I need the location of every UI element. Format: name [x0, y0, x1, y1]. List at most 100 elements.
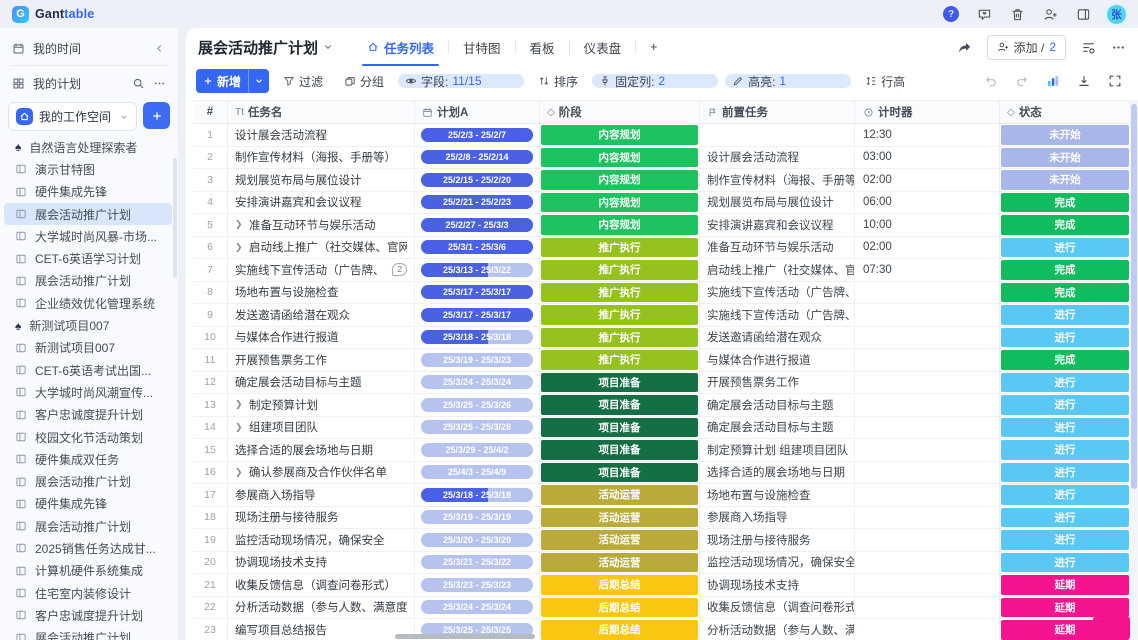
- task-name-cell[interactable]: 分析活动数据（参与人数、满意度等）: [228, 597, 415, 619]
- table-row[interactable]: 16❯确认参展商及合作伙伴名单25/4/3 - 25/4/9项目准备选择合适的展…: [193, 462, 1130, 485]
- timer-cell[interactable]: 02:00: [855, 237, 1000, 259]
- plan-cell[interactable]: 25/3/23 - 25/3/23: [415, 574, 540, 596]
- status-cell[interactable]: 未开始: [1000, 169, 1130, 191]
- plan-cell[interactable]: 25/3/18 - 25/3/18: [415, 327, 540, 349]
- status-cell[interactable]: 进行: [1000, 507, 1130, 529]
- plan-cell[interactable]: 25/3/20 - 25/3/20: [415, 529, 540, 551]
- col-header-plan[interactable]: 计划A: [415, 101, 540, 123]
- phase-cell[interactable]: 活动运营: [540, 529, 700, 551]
- predecessor-cell[interactable]: 确定展会活动目标与主题: [700, 394, 855, 416]
- sidebar-item-project[interactable]: CET-6英语考试出国...: [4, 359, 172, 381]
- status-cell[interactable]: 完成: [1000, 349, 1130, 371]
- plan-cell[interactable]: 25/2/3 - 25/2/7: [415, 124, 540, 146]
- table-row[interactable]: 11开展预售票务工作25/3/19 - 25/3/23推广执行与媒体合作进行报道…: [193, 349, 1130, 372]
- task-name-cell[interactable]: 监控活动现场情况，确保安全: [228, 529, 415, 551]
- download-icon[interactable]: [1077, 74, 1091, 88]
- expand-icon[interactable]: ❯: [235, 467, 245, 478]
- task-name-cell[interactable]: 发送邀请函给潜在观众: [228, 304, 415, 326]
- view-config-icon[interactable]: [1081, 40, 1096, 55]
- predecessor-cell[interactable]: 发送邀请函给潜在观众: [700, 327, 855, 349]
- table-row[interactable]: 21收集反馈信息（调查问卷形式）25/3/23 - 25/3/23后期总结协调现…: [193, 574, 1130, 597]
- status-cell[interactable]: 进行: [1000, 327, 1130, 349]
- plan-cell[interactable]: 25/3/24 - 25/3/24: [415, 372, 540, 394]
- status-cell[interactable]: 进行: [1000, 529, 1130, 551]
- task-name-cell[interactable]: 安排演讲嘉宾和会议议程: [228, 192, 415, 214]
- phase-cell[interactable]: 活动运营: [540, 552, 700, 574]
- timer-cell[interactable]: [855, 439, 1000, 461]
- table-row[interactable]: 14❯组建项目团队25/3/25 - 25/3/28项目准备确定展会活动目标与主…: [193, 417, 1130, 440]
- predecessor-cell[interactable]: 准备互动环节与娱乐活动: [700, 237, 855, 259]
- timer-cell[interactable]: [855, 349, 1000, 371]
- table-row[interactable]: 17参展商入场指导25/3/18 - 25/3/18活动运营场地布置与设施检查进…: [193, 484, 1130, 507]
- phase-cell[interactable]: 活动运营: [540, 507, 700, 529]
- new-task-dropdown[interactable]: [248, 69, 269, 93]
- timer-cell[interactable]: 03:00: [855, 147, 1000, 169]
- timer-cell[interactable]: [855, 484, 1000, 506]
- redo-icon[interactable]: [1015, 74, 1029, 88]
- timer-cell[interactable]: [855, 574, 1000, 596]
- plan-cell[interactable]: 25/2/8 - 25/2/14: [415, 147, 540, 169]
- predecessor-cell[interactable]: [700, 124, 855, 146]
- sidebar-item-project[interactable]: 新测试项目007: [4, 337, 172, 359]
- task-name-cell[interactable]: 编写项目总结报告: [228, 619, 415, 640]
- table-row[interactable]: 4安排演讲嘉宾和会议议程25/2/21 - 25/2/23内容规划规划展览布局与…: [193, 192, 1130, 215]
- col-header-predecessor[interactable]: 前置任务: [700, 101, 855, 123]
- plan-cell[interactable]: 25/2/15 - 25/2/20: [415, 169, 540, 191]
- timer-cell[interactable]: [855, 282, 1000, 304]
- expand-icon[interactable]: ❯: [235, 399, 245, 410]
- status-cell[interactable]: 完成: [1000, 282, 1130, 304]
- page-title[interactable]: 展会活动推广计划: [198, 37, 333, 58]
- plan-cell[interactable]: 25/4/3 - 25/4/9: [415, 462, 540, 484]
- predecessor-cell[interactable]: 现场注册与接待服务: [700, 529, 855, 551]
- table-row[interactable]: 3规划展览布局与展位设计25/2/15 - 25/2/20内容规划制作宣传材料（…: [193, 169, 1130, 192]
- plan-cell[interactable]: 25/3/1 - 25/3/6: [415, 237, 540, 259]
- pinned-columns-button[interactable]: 固定列: 2: [592, 74, 718, 88]
- timer-cell[interactable]: 12:30: [855, 124, 1000, 146]
- feedback-icon[interactable]: [975, 5, 993, 23]
- status-cell[interactable]: 延期: [1000, 597, 1130, 619]
- phase-cell[interactable]: 推广执行: [540, 282, 700, 304]
- timer-cell[interactable]: 02:00: [855, 169, 1000, 191]
- sidebar-item-project[interactable]: 展会活动推广计划: [4, 515, 172, 537]
- plan-cell[interactable]: 25/3/19 - 25/3/19: [415, 507, 540, 529]
- phase-cell[interactable]: 推广执行: [540, 259, 700, 281]
- expand-icon[interactable]: ❯: [235, 219, 245, 230]
- tab-board[interactable]: 看板: [527, 28, 558, 66]
- task-name-cell[interactable]: 规划展览布局与展位设计: [228, 169, 415, 191]
- predecessor-cell[interactable]: 协调现场技术支持: [700, 574, 855, 596]
- col-header-timer[interactable]: 计时器: [855, 101, 1000, 123]
- task-name-cell[interactable]: 与媒体合作进行报道: [228, 327, 415, 349]
- table-row[interactable]: 9发送邀请函给潜在观众25/3/17 - 25/3/17推广执行实施线下宣传活动…: [193, 304, 1130, 327]
- timer-cell[interactable]: [855, 417, 1000, 439]
- predecessor-cell[interactable]: 规划展览布局与展位设计: [700, 192, 855, 214]
- sidebar-item-project[interactable]: 住宅室内装修设计: [4, 582, 172, 604]
- sidebar-item-project[interactable]: 2025销售任务达成甘...: [4, 537, 172, 559]
- table-row[interactable]: 12确定展会活动目标与主题25/3/24 - 25/3/24项目准备开展预售票务…: [193, 372, 1130, 395]
- predecessor-cell[interactable]: 制定预算计划 组建项目团队: [700, 439, 855, 461]
- status-cell[interactable]: 进行: [1000, 417, 1130, 439]
- phase-cell[interactable]: 内容规划: [540, 147, 700, 169]
- timer-cell[interactable]: 06:00: [855, 192, 1000, 214]
- timer-cell[interactable]: [855, 372, 1000, 394]
- task-name-cell[interactable]: 设计展会活动流程: [228, 124, 415, 146]
- plan-cell[interactable]: 25/3/17 - 25/3/17: [415, 282, 540, 304]
- invite-member-button[interactable]: 添加 / 2: [987, 35, 1066, 60]
- sidebar-item-project[interactable]: 硬件集成先锋: [4, 181, 172, 203]
- expand-icon[interactable]: ❯: [235, 422, 245, 433]
- predecessor-cell[interactable]: 分析活动数据（参与人数、满意度等: [700, 619, 855, 640]
- help-icon[interactable]: ?: [942, 5, 960, 23]
- table-row[interactable]: 23编写项目总结报告25/3/25 - 25/3/25后期总结分析活动数据（参与…: [193, 619, 1130, 640]
- timer-cell[interactable]: [855, 327, 1000, 349]
- predecessor-cell[interactable]: 场地布置与设施检查: [700, 484, 855, 506]
- highlight-button[interactable]: 高亮: 1: [725, 74, 851, 88]
- sidebar-item-my-time[interactable]: 我的时间: [0, 35, 178, 61]
- table-row[interactable]: 2制作宣传材料（海报、手册等）25/2/8 - 25/2/14内容规划设计展会活…: [193, 147, 1130, 170]
- vertical-scrollbar[interactable]: [1131, 104, 1137, 489]
- predecessor-cell[interactable]: 与媒体合作进行报道: [700, 349, 855, 371]
- table-row[interactable]: 6❯启动线上推广（社交媒体、官网...25/3/1 - 25/3/6推广执行准备…: [193, 237, 1130, 260]
- status-cell[interactable]: 进行: [1000, 484, 1130, 506]
- sidebar-item-project[interactable]: 展会活动推广计划: [4, 203, 172, 225]
- table-row[interactable]: 13❯制定预算计划25/3/25 - 25/3/26项目准备确定展会活动目标与主…: [193, 394, 1130, 417]
- phase-cell[interactable]: 项目准备: [540, 394, 700, 416]
- status-cell[interactable]: 进行: [1000, 394, 1130, 416]
